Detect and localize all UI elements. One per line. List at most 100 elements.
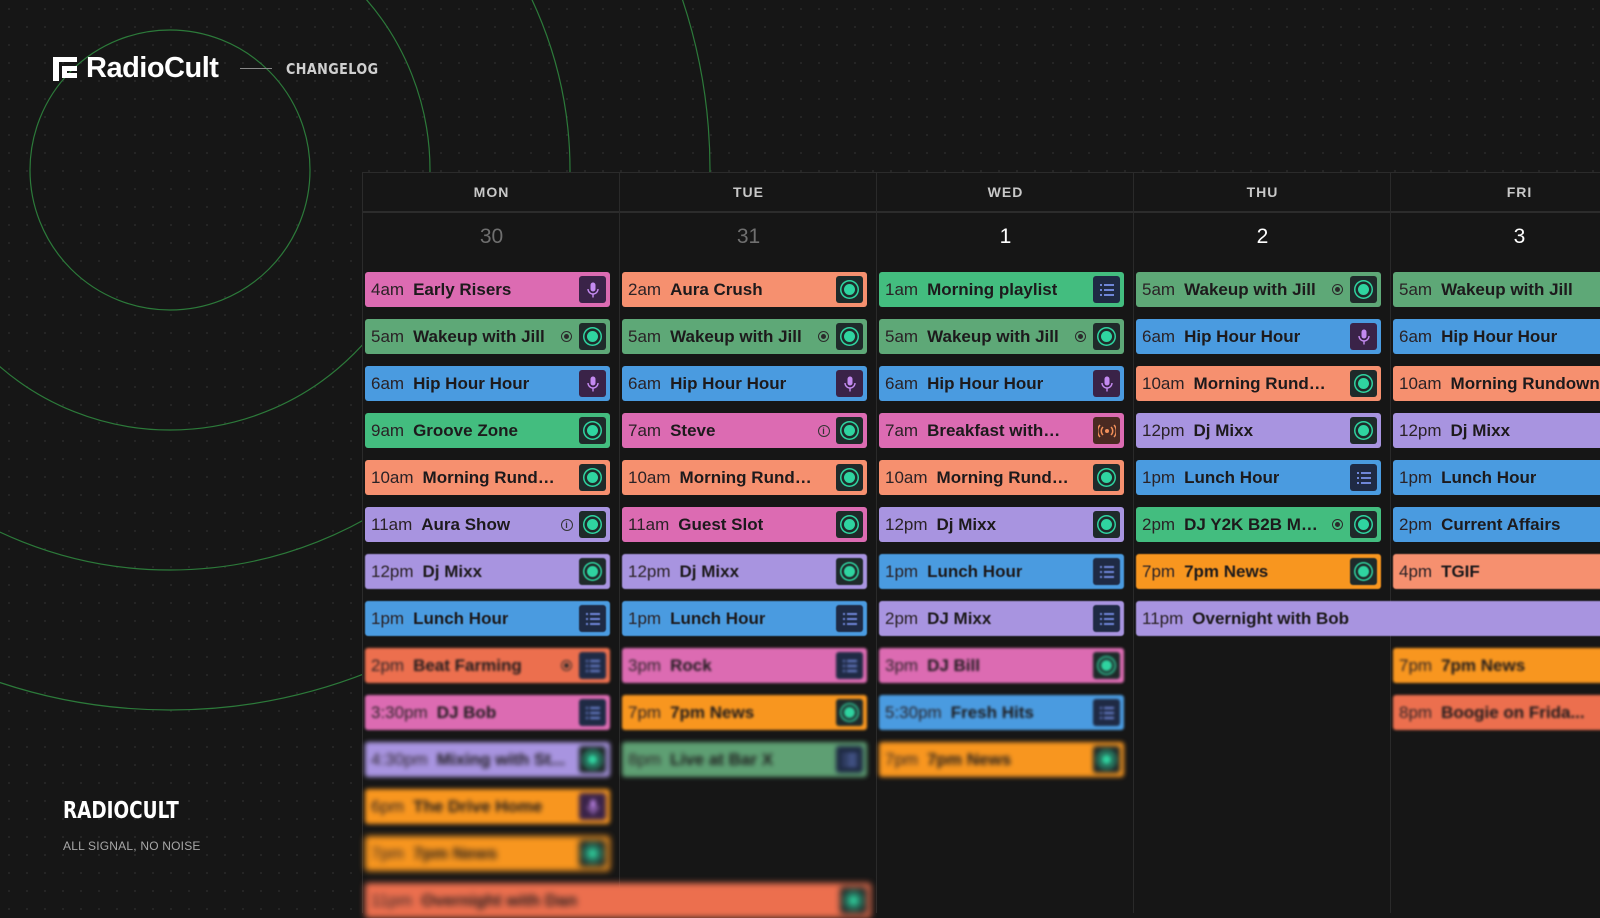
mic-icon[interactable] <box>1350 323 1377 350</box>
list-icon[interactable] <box>1093 558 1120 585</box>
show-event[interactable]: 2pm Beat Farming <box>365 648 610 683</box>
day-date-mon[interactable]: 30 <box>363 225 620 249</box>
radio-icon[interactable] <box>836 558 863 585</box>
show-event[interactable]: 5am Wakeup with Jill <box>622 319 867 354</box>
show-event[interactable]: 10am Morning Rundown <box>879 460 1124 495</box>
radio-icon[interactable] <box>836 699 863 726</box>
changelog-link[interactable]: CHANGELOG <box>286 60 379 78</box>
mic-icon[interactable] <box>579 276 606 303</box>
day-date-fri[interactable]: 3 <box>1391 225 1600 249</box>
show-event[interactable]: 1pm Lunch Hour <box>879 554 1124 589</box>
show-event[interactable]: 10am Morning Rundown <box>365 460 610 495</box>
show-event[interactable]: 5am Wakeup with Jill <box>1393 272 1600 307</box>
radio-icon[interactable] <box>1350 511 1377 538</box>
radio-icon[interactable] <box>1350 370 1377 397</box>
show-event[interactable]: 9am Groove Zone <box>365 413 610 448</box>
day-date-wed[interactable]: 1 <box>877 225 1134 249</box>
show-event[interactable]: 6pm The Drive Home <box>365 789 610 824</box>
radio-icon[interactable] <box>579 746 606 773</box>
list-icon[interactable] <box>1093 699 1120 726</box>
radio-icon[interactable] <box>1093 746 1120 773</box>
radio-icon[interactable] <box>579 464 606 491</box>
mic-icon[interactable] <box>579 793 606 820</box>
show-event[interactable]: 5am Wakeup with Jill <box>365 319 610 354</box>
show-event[interactable]: 7pm 7pm News <box>879 742 1124 777</box>
show-event[interactable]: 1pm Lunch Hour <box>365 601 610 636</box>
show-event[interactable]: 5:30pm Fresh Hits <box>879 695 1124 730</box>
show-event[interactable]: 12pm Dj Mixx <box>1136 413 1381 448</box>
show-event[interactable]: 11pm Overnight with Dan <box>365 883 871 918</box>
list-icon[interactable] <box>1350 464 1377 491</box>
radio-icon[interactable] <box>1093 323 1120 350</box>
radio-icon[interactable] <box>836 417 863 444</box>
show-event[interactable]: 6am Hip Hour Hour <box>365 366 610 401</box>
show-event[interactable]: 1pm Lunch Hour <box>1136 460 1381 495</box>
show-event[interactable]: 3pm Rock <box>622 648 867 683</box>
radio-icon[interactable] <box>836 276 863 303</box>
list-icon[interactable] <box>579 699 606 726</box>
radio-icon[interactable] <box>579 511 606 538</box>
show-event[interactable]: 10am Morning Rundown <box>1136 366 1381 401</box>
list-icon[interactable] <box>1093 605 1120 632</box>
radio-icon[interactable] <box>840 887 867 914</box>
radio-icon[interactable] <box>836 511 863 538</box>
show-event[interactable]: 8pm Boogie on Frida... <box>1393 695 1600 730</box>
show-event[interactable]: 12pm Dj Mixx <box>1393 413 1600 448</box>
list-icon[interactable] <box>836 605 863 632</box>
show-event[interactable]: 3pm DJ Bill <box>879 648 1124 683</box>
show-event[interactable]: 1pm Lunch Hour <box>622 601 867 636</box>
show-event[interactable]: 5am Wakeup with Jill <box>1136 272 1381 307</box>
show-event[interactable]: 6am Hip Hour Hour <box>1136 319 1381 354</box>
show-event[interactable]: 1pm Lunch Hour <box>1393 460 1600 495</box>
radio-icon[interactable] <box>579 558 606 585</box>
show-event[interactable]: 12pm Dj Mixx <box>365 554 610 589</box>
radio-icon[interactable] <box>1093 652 1120 679</box>
radio-icon[interactable] <box>579 840 606 867</box>
radio-icon[interactable] <box>1093 464 1120 491</box>
show-event[interactable]: 5am Wakeup with Jill <box>879 319 1124 354</box>
show-event[interactable]: 12pm Dj Mixx <box>622 554 867 589</box>
show-event[interactable]: 7pm 7pm News <box>622 695 867 730</box>
list-icon[interactable] <box>836 746 863 773</box>
show-event[interactable]: 11am Aura Show i <box>365 507 610 542</box>
day-date-thu[interactable]: 2 <box>1134 225 1391 249</box>
show-event[interactable]: 2pm Current Affairs <box>1393 507 1600 542</box>
show-event[interactable]: 8pm Live at Bar X <box>622 742 867 777</box>
radio-icon[interactable] <box>579 417 606 444</box>
show-event[interactable]: 10am Morning Rundown <box>1393 366 1600 401</box>
show-event[interactable]: 7am Steve i <box>622 413 867 448</box>
show-event[interactable]: 2pm DJ Y2K B2B Mix... <box>1136 507 1381 542</box>
show-event[interactable]: 7pm 7pm News <box>365 836 610 871</box>
show-event[interactable]: 12pm Dj Mixx <box>879 507 1124 542</box>
radio-icon[interactable] <box>836 323 863 350</box>
radio-icon[interactable] <box>1350 558 1377 585</box>
show-event[interactable]: 11pm Overnight with Bob <box>1136 601 1600 636</box>
show-event[interactable]: 10am Morning Rundown <box>622 460 867 495</box>
brand-name[interactable]: RadioCult <box>86 52 219 85</box>
radio-icon[interactable] <box>1350 417 1377 444</box>
mic-icon[interactable] <box>579 370 606 397</box>
show-event[interactable]: 4pm TGIF <box>1393 554 1600 589</box>
show-event[interactable]: 3:30pm DJ Bob <box>365 695 610 730</box>
list-icon[interactable] <box>1093 276 1120 303</box>
show-event[interactable]: 2am Aura Crush <box>622 272 867 307</box>
radio-icon[interactable] <box>836 464 863 491</box>
radio-icon[interactable] <box>579 323 606 350</box>
radio-icon[interactable] <box>1350 276 1377 303</box>
radio-icon[interactable] <box>1093 511 1120 538</box>
show-event[interactable]: 7pm 7pm News <box>1393 648 1600 683</box>
show-event[interactable]: 4:30pm Mixing with St... <box>365 742 610 777</box>
list-icon[interactable] <box>579 652 606 679</box>
show-event[interactable]: 7pm 7pm News <box>1136 554 1381 589</box>
show-event[interactable]: 6am Hip Hour Hour <box>1393 319 1600 354</box>
show-event[interactable]: 4am Early Risers <box>365 272 610 307</box>
list-icon[interactable] <box>579 605 606 632</box>
show-event[interactable]: 1am Morning playlist <box>879 272 1124 307</box>
list-icon[interactable] <box>836 652 863 679</box>
mic-icon[interactable] <box>836 370 863 397</box>
show-event[interactable]: 7am Breakfast with Be... <box>879 413 1124 448</box>
show-event[interactable]: 11am Guest Slot <box>622 507 867 542</box>
show-event[interactable]: 6am Hip Hour Hour <box>622 366 867 401</box>
show-event[interactable]: 6am Hip Hour Hour <box>879 366 1124 401</box>
broadcast-icon[interactable] <box>1093 417 1120 444</box>
